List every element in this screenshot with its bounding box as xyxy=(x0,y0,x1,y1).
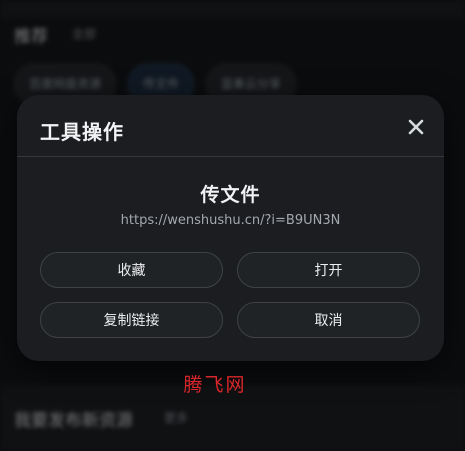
favorite-button[interactable]: 收藏 xyxy=(40,252,223,288)
background-section-more: 全部 xyxy=(72,27,97,41)
cancel-button[interactable]: 取消 xyxy=(237,302,420,338)
close-icon[interactable] xyxy=(408,119,424,135)
watermark-text: 腾飞网 xyxy=(183,374,247,396)
dialog-header: 工具操作 xyxy=(17,95,444,157)
background-header-bar xyxy=(0,0,465,18)
dialog-title: 工具操作 xyxy=(40,120,124,144)
background-bottom-title: 我要发布新资源 xyxy=(14,411,133,431)
background-bottom-more: 更多 xyxy=(164,411,189,425)
file-name: 传文件 xyxy=(200,184,261,206)
background-section-title: 推荐 xyxy=(14,27,48,47)
tool-actions-dialog: 工具操作 传文件 https://wenshushu.cn/?i=B9UN3N … xyxy=(17,95,444,361)
file-url: https://wenshushu.cn/?i=B9UN3N xyxy=(120,213,341,228)
open-button[interactable]: 打开 xyxy=(237,252,420,288)
copy-link-button[interactable]: 复制链接 xyxy=(40,302,223,338)
action-button-grid: 收藏 打开 复制链接 取消 xyxy=(40,252,421,338)
